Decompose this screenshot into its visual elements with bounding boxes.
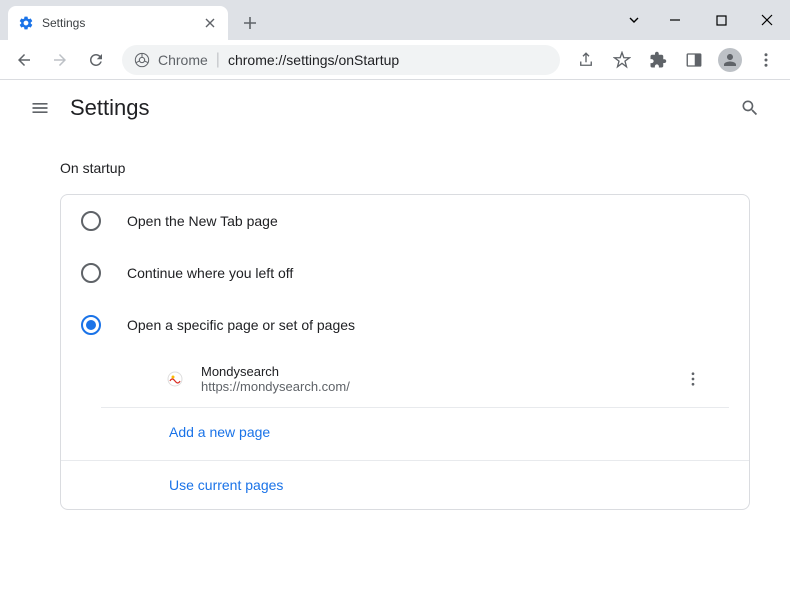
close-icon[interactable] xyxy=(202,15,218,31)
maximize-button[interactable] xyxy=(698,5,744,35)
gear-icon xyxy=(18,15,34,31)
radio-continue[interactable]: Continue where you left off xyxy=(61,247,749,299)
back-button[interactable] xyxy=(8,44,40,76)
browser-toolbar: Chrome | chrome://settings/onStartup xyxy=(0,40,790,80)
radio-icon xyxy=(81,211,101,231)
close-window-button[interactable] xyxy=(744,5,790,35)
menu-icon[interactable] xyxy=(750,44,782,76)
radio-specific-pages[interactable]: Open a specific page or set of pages xyxy=(61,299,749,351)
startup-page-entry: Mondysearch https://mondysearch.com/ xyxy=(101,351,729,408)
minimize-button[interactable] xyxy=(652,5,698,35)
page-info: Mondysearch https://mondysearch.com/ xyxy=(201,364,677,394)
bookmark-icon[interactable] xyxy=(606,44,638,76)
search-icon[interactable] xyxy=(730,88,770,128)
radio-icon xyxy=(81,263,101,283)
settings-content: On startup Open the New Tab page Continu… xyxy=(0,136,790,530)
profile-avatar[interactable] xyxy=(714,44,746,76)
sidepanel-icon[interactable] xyxy=(678,44,710,76)
omnibox-origin: Chrome xyxy=(158,52,208,68)
tab-title: Settings xyxy=(42,16,194,30)
page-name: Mondysearch xyxy=(201,364,677,379)
use-current-pages-button[interactable]: Use current pages xyxy=(61,460,749,509)
page-title: Settings xyxy=(70,95,150,121)
chevron-down-icon[interactable] xyxy=(616,5,652,35)
add-page-button[interactable]: Add a new page xyxy=(61,408,749,456)
settings-header: Settings xyxy=(0,80,790,136)
tab-strip: Settings xyxy=(0,0,616,40)
more-vert-icon[interactable] xyxy=(677,363,709,395)
chrome-icon xyxy=(134,52,150,68)
site-favicon xyxy=(167,371,183,387)
radio-icon xyxy=(81,315,101,335)
share-icon[interactable] xyxy=(570,44,602,76)
forward-button[interactable] xyxy=(44,44,76,76)
radio-label: Open the New Tab page xyxy=(127,213,278,229)
radio-new-tab[interactable]: Open the New Tab page xyxy=(61,195,749,247)
section-title: On startup xyxy=(60,160,750,176)
hamburger-icon[interactable] xyxy=(20,88,60,128)
extensions-icon[interactable] xyxy=(642,44,674,76)
startup-card: Open the New Tab page Continue where you… xyxy=(60,194,750,510)
radio-label: Continue where you left off xyxy=(127,265,293,281)
reload-button[interactable] xyxy=(80,44,112,76)
radio-label: Open a specific page or set of pages xyxy=(127,317,355,333)
window-titlebar: Settings xyxy=(0,0,790,40)
page-url: https://mondysearch.com/ xyxy=(201,379,677,394)
separator: | xyxy=(216,51,220,69)
browser-tab[interactable]: Settings xyxy=(8,6,228,40)
window-controls xyxy=(616,0,790,40)
address-bar[interactable]: Chrome | chrome://settings/onStartup xyxy=(122,45,560,75)
omnibox-url: chrome://settings/onStartup xyxy=(228,52,399,68)
new-tab-button[interactable] xyxy=(236,9,264,37)
